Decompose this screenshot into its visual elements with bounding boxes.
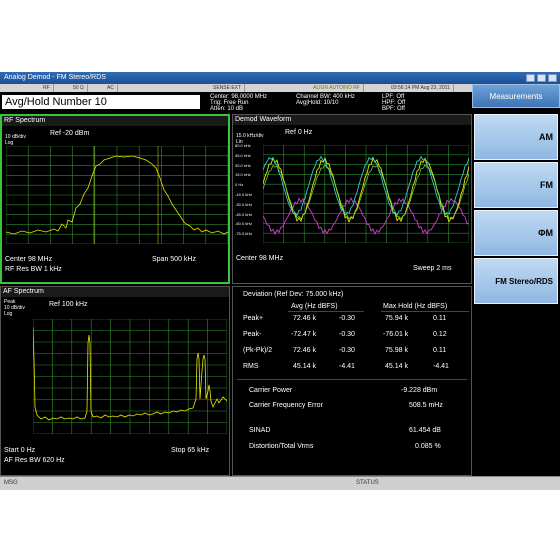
af-spectrum-pane[interactable]: AF Spectrum Peak 10 dB/div Log Ref 100 k… <box>0 286 230 476</box>
carrier-power-value: -9.228 dBm <box>401 387 438 394</box>
af-spectrum-plot <box>33 319 227 434</box>
input-impedance: 50 Ω <box>70 84 88 92</box>
softkey-am[interactable]: AM <box>474 114 558 160</box>
softkey-pm[interactable]: ΦM <box>474 210 558 256</box>
sinad-value: 61.454 dB <box>409 427 441 434</box>
y-tick-label: -45.0 kHz <box>235 211 253 217</box>
row-label: Peak+ <box>243 315 264 322</box>
sweep-label: Sweep 2 ms <box>413 265 452 272</box>
softkey-fm[interactable]: FM <box>474 162 558 208</box>
scale-type: Log <box>4 311 13 317</box>
center-label: Center 98 MHz <box>236 255 284 262</box>
stop-label: Stop 65 kHz <box>171 447 210 454</box>
analyzer-screen: Analog Demod - FM Stereo/RDS RF 50 Ω AC … <box>0 72 560 490</box>
sense-ext: SENSE:EXT <box>210 84 246 92</box>
distortion-value: 0.085 % <box>415 443 441 450</box>
status-bar: MSG STATUS <box>0 476 560 490</box>
avg-hold: Avg|Hold: 10/10 <box>296 100 339 106</box>
y-tick-label: 45.0 kHz <box>235 152 251 158</box>
attenuation: Atten: 10 dB <box>210 106 244 112</box>
y-tick-label: -60.0 kHz <box>235 221 253 227</box>
span-label: Span 500 kHz <box>152 256 196 263</box>
y-tick-label: 0 Hz <box>235 182 244 188</box>
pane-title: AF Spectrum <box>1 287 229 297</box>
softkey-fm-stereo-rds[interactable]: FM Stereo/RDS <box>474 258 558 304</box>
mode-status-row: RF 50 Ω AC SENSE:EXT ALIGN AUTO/NO RF 03… <box>0 84 472 92</box>
avg-dbfs: -0.30 <box>339 315 355 322</box>
y-tick-label: -75.0 kHz <box>235 231 253 237</box>
col-max-header: Max Hold (Hz dBFS) <box>383 303 448 310</box>
max-hz: -76.01 k <box>383 331 409 338</box>
sinad-label: SINAD <box>249 427 271 434</box>
results-table: Deviation (Ref Dev: 75.000 kHz) Avg (Hz … <box>232 286 472 476</box>
datetime: 03:56:14 PM Aug 23, 2011 <box>388 84 454 92</box>
res-bw-label: RF Res BW 1 kHz <box>5 266 62 273</box>
demod-waveform-pane[interactable]: Demod Waveform 15.0 kHz/div Lin Ref 0 Hz… <box>232 114 472 284</box>
row-label: (Pk-Pk)/2 <box>243 347 273 354</box>
close-icon[interactable] <box>548 74 557 82</box>
minimize-icon[interactable] <box>526 74 535 82</box>
col-avg-header: Avg (Hz dBFS) <box>291 303 338 310</box>
max-hz: 45.14 k <box>385 363 408 370</box>
max-dbfs: 0.11 <box>433 347 447 354</box>
y-tick-label: 15.0 kHz <box>235 172 251 178</box>
divider <box>381 311 469 312</box>
res-bw-label: AF Res BW 620 Hz <box>4 457 65 464</box>
ref-level: Ref -20 dBm <box>50 130 90 137</box>
avg-dbfs: -0.30 <box>339 331 355 338</box>
max-dbfs: 0.11 <box>433 315 447 322</box>
max-dbfs: 0.12 <box>433 331 447 338</box>
meas-title[interactable]: Avg/Hold Number 10 <box>2 95 200 109</box>
avg-hz: -72.47 k <box>291 331 317 338</box>
carrier-power-label: Carrier Power <box>249 387 293 394</box>
max-hz: 75.98 k <box>385 347 408 354</box>
avg-dbfs: -0.30 <box>339 347 355 354</box>
input-rf: RF <box>40 84 54 92</box>
y-tick-label: 60.0 kHz <box>235 143 251 148</box>
y-tick-label: -30.0 kHz <box>235 201 253 207</box>
pane-title: RF Spectrum <box>2 116 228 126</box>
rf-spectrum-pane[interactable]: RF Spectrum 10 dB/div Log Ref -20 dBm Ce… <box>0 114 230 284</box>
align-status: ALIGN AUTO/NO RF <box>310 84 364 92</box>
softkey-panel: Measurements AM FM ΦM FM Stereo/RDS <box>472 84 560 490</box>
rf-spectrum-plot <box>6 146 228 244</box>
cfe-value: 508.5 mHz <box>409 402 443 409</box>
avg-dbfs: -4.41 <box>339 363 355 370</box>
row-label: RMS <box>243 363 259 370</box>
avg-hz: 72.46 k <box>293 315 316 322</box>
start-label: Start 0 Hz <box>4 447 36 454</box>
distortion-label: Distortion/Total Vrms <box>249 443 314 450</box>
divider <box>288 311 364 312</box>
avg-hz: 72.46 k <box>293 347 316 354</box>
row-label: Peak- <box>243 331 262 338</box>
cfe-label: Carrier Frequency Error <box>249 402 323 409</box>
softkey-menu-title: Measurements <box>472 84 560 108</box>
deviation-title: Deviation (Ref Dev: 75.000 kHz) <box>243 291 344 298</box>
input-coupling: AC <box>104 84 118 92</box>
ref-level: Ref 0 Hz <box>285 129 313 136</box>
y-tick-label: -15.0 kHz <box>235 192 253 197</box>
bpf: BPF: Off <box>382 106 405 112</box>
max-dbfs: -4.41 <box>433 363 449 370</box>
max-hz: 75.94 k <box>385 315 408 322</box>
divider <box>237 379 467 380</box>
undo-icon[interactable]: ↩ <box>188 102 196 113</box>
window-title: Analog Demod - FM Stereo/RDS <box>4 74 106 81</box>
status-label: STATUS <box>356 480 379 486</box>
grid <box>33 319 227 434</box>
pane-title: Demod Waveform <box>233 115 471 125</box>
msg-label: MSG <box>4 480 18 486</box>
window-titlebar: Analog Demod - FM Stereo/RDS <box>0 72 560 84</box>
ref-level: Ref 100 kHz <box>49 301 88 308</box>
y-tick-label: 30.0 kHz <box>235 162 251 168</box>
avg-hz: 45.14 k <box>293 363 316 370</box>
center-label: Center 98 MHz <box>5 256 53 263</box>
measurement-header: Avg/Hold Number 10 ↩ Center: 98.0000 MHz… <box>0 92 472 112</box>
demod-waveform-plot <box>263 145 469 243</box>
maximize-icon[interactable] <box>537 74 546 82</box>
